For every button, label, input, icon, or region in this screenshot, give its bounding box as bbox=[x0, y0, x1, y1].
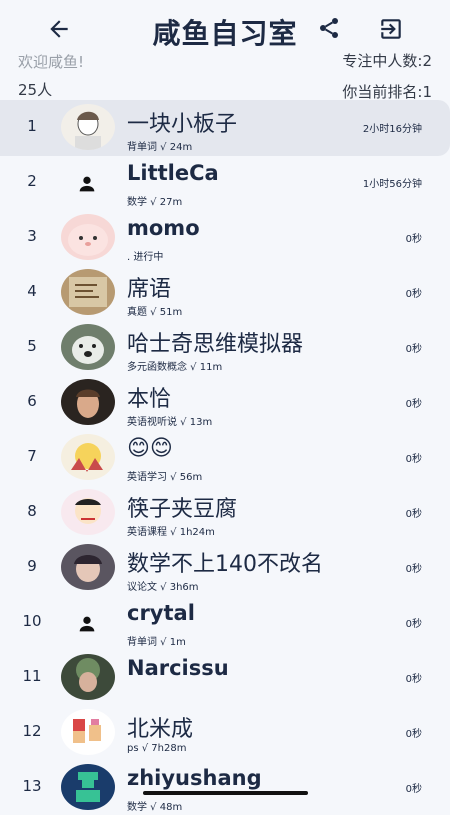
study-time: 0秒 bbox=[405, 674, 422, 685]
user-name: zhiyushang bbox=[127, 766, 262, 790]
avatar bbox=[61, 269, 115, 315]
user-name: 一块小板子 bbox=[127, 112, 238, 137]
rank-number: 13 bbox=[22, 777, 42, 795]
list-item[interactable]: 12 北米成 ps √ 7h28m 0秒 bbox=[0, 705, 450, 760]
task-status: 真题 √ 51m bbox=[127, 307, 183, 318]
user-name: 筷子夹豆腐 bbox=[127, 497, 238, 522]
study-time: 0秒 bbox=[405, 234, 422, 245]
rank-number: 11 bbox=[22, 667, 42, 685]
list-item[interactable]: 10 crytal 背单词 √ 1m 0秒 bbox=[0, 595, 450, 650]
study-time: 0秒 bbox=[405, 399, 422, 410]
back-button[interactable] bbox=[46, 16, 72, 42]
task-status: 多元函数概念 √ 11m bbox=[127, 362, 223, 373]
person-icon bbox=[74, 613, 100, 635]
current-rank: 你当前排名:1 bbox=[342, 83, 432, 101]
study-time: 0秒 bbox=[405, 729, 422, 740]
task-status: 数学 √ 27m bbox=[127, 197, 183, 208]
arrow-left-icon bbox=[50, 20, 68, 38]
user-name: LittleCa bbox=[127, 161, 219, 185]
task-status: 背单词 √ 24m bbox=[127, 142, 193, 153]
avatar bbox=[61, 544, 115, 590]
list-item[interactable]: 6 本恰 英语视听说 √ 13m 0秒 bbox=[0, 375, 450, 430]
user-name: 哈士奇思维模拟器 bbox=[127, 332, 304, 357]
avatar bbox=[61, 379, 115, 425]
study-time: 0秒 bbox=[405, 289, 422, 300]
rank-number: 6 bbox=[27, 392, 37, 410]
user-name: 本恰 bbox=[127, 387, 172, 412]
avatar bbox=[61, 709, 115, 755]
person-icon bbox=[74, 173, 100, 195]
welcome-text: 欢迎咸鱼! bbox=[18, 53, 85, 71]
task-status: . 进行中 bbox=[127, 252, 164, 263]
rank-number: 5 bbox=[27, 337, 37, 355]
avatar bbox=[61, 434, 115, 480]
home-indicator[interactable] bbox=[143, 791, 308, 795]
rank-number: 2 bbox=[27, 172, 37, 190]
rank-number: 12 bbox=[22, 722, 42, 740]
task-status: 英语课程 √ 1h24m bbox=[127, 527, 215, 538]
list-item[interactable]: 1 一块小板子 背单词 √ 24m 2小时16分钟 bbox=[0, 100, 450, 156]
task-status: 背单词 √ 1m bbox=[127, 637, 186, 648]
avatar bbox=[61, 489, 115, 535]
user-name: 数学不上140不改名 bbox=[127, 552, 323, 577]
list-item[interactable]: 7 😊😊 英语学习 √ 56m 0秒 bbox=[0, 430, 450, 485]
list-item[interactable]: 5 哈士奇思维模拟器 多元函数概念 √ 11m 0秒 bbox=[0, 320, 450, 375]
study-time: 0秒 bbox=[405, 564, 422, 575]
list-item[interactable]: 4 席语 真题 √ 51m 0秒 bbox=[0, 265, 450, 320]
focus-count: 专注中人数:2 bbox=[342, 52, 432, 70]
rank-number: 3 bbox=[27, 227, 37, 245]
task-status: 议论文 √ 3h6m bbox=[127, 582, 199, 593]
avatar bbox=[61, 104, 115, 150]
exit-icon bbox=[381, 19, 401, 39]
user-name: 北米成 bbox=[127, 717, 194, 742]
list-item[interactable]: 8 筷子夹豆腐 英语课程 √ 1h24m 0秒 bbox=[0, 485, 450, 540]
study-time: 0秒 bbox=[405, 454, 422, 465]
rank-number: 4 bbox=[27, 282, 37, 300]
user-name: crytal bbox=[127, 601, 195, 625]
user-name: momo bbox=[127, 216, 200, 240]
list-item[interactable]: 3 momo . 进行中 0秒 bbox=[0, 210, 450, 265]
avatar bbox=[61, 214, 115, 260]
user-name: 😊😊 bbox=[127, 436, 173, 461]
share-button[interactable] bbox=[317, 16, 341, 40]
exit-button[interactable] bbox=[378, 16, 404, 42]
people-count: 25人 bbox=[18, 81, 53, 99]
list-item[interactable]: 2 LittleCa 数学 √ 27m 1小时56分钟 bbox=[0, 155, 450, 210]
task-status: 英语学习 √ 56m bbox=[127, 472, 203, 483]
avatar bbox=[61, 654, 115, 700]
task-status: 数学 √ 48m bbox=[127, 802, 183, 813]
study-time: 1小时56分钟 bbox=[362, 179, 422, 190]
list-item[interactable]: 9 数学不上140不改名 议论文 √ 3h6m 0秒 bbox=[0, 540, 450, 595]
user-name: Narcissu bbox=[127, 656, 229, 680]
list-item[interactable]: 11 Narcissu 0秒 bbox=[0, 650, 450, 705]
study-time: 2小时16分钟 bbox=[362, 124, 422, 135]
study-time: 0秒 bbox=[405, 784, 422, 795]
rank-number: 9 bbox=[27, 557, 37, 575]
study-time: 0秒 bbox=[405, 619, 422, 630]
task-status: 英语视听说 √ 13m bbox=[127, 417, 213, 428]
avatar bbox=[61, 324, 115, 370]
study-time: 0秒 bbox=[405, 509, 422, 520]
rank-number: 10 bbox=[22, 612, 42, 630]
user-name: 席语 bbox=[127, 277, 172, 302]
list-item[interactable]: 13 zhiyushang 数学 √ 48m 0秒 bbox=[0, 760, 450, 815]
rank-number: 7 bbox=[27, 447, 37, 465]
avatar bbox=[61, 764, 115, 810]
study-time: 0秒 bbox=[405, 344, 422, 355]
rank-number: 1 bbox=[27, 117, 37, 135]
rank-number: 8 bbox=[27, 502, 37, 520]
task-status: ps √ 7h28m bbox=[127, 743, 187, 754]
share-icon bbox=[320, 18, 338, 38]
